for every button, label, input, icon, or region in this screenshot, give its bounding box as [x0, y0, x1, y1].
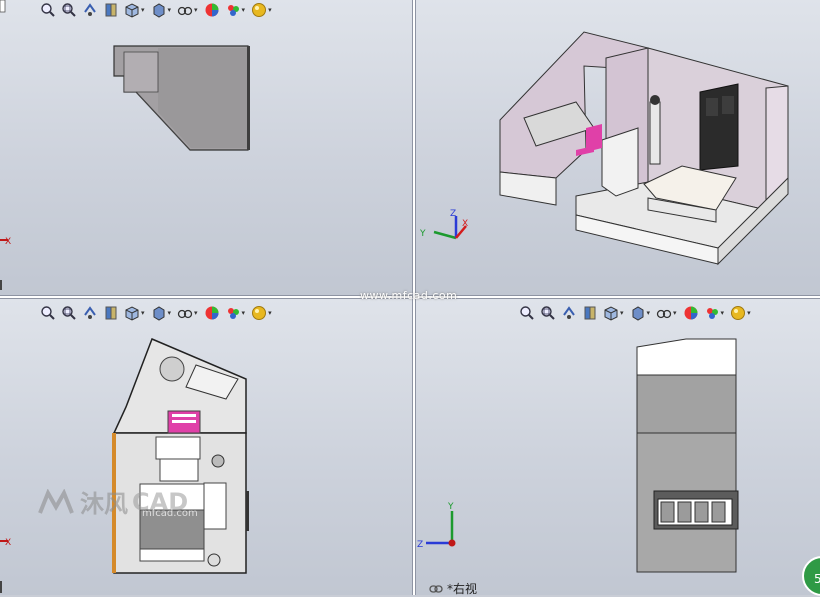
round-stool	[207, 553, 221, 567]
y-axis-label: Y	[419, 229, 426, 239]
roof-step	[123, 51, 159, 93]
model-isometric-view[interactable]: Y Z X	[416, 0, 820, 295]
upper-wall	[636, 374, 737, 434]
nightstand	[203, 482, 227, 530]
brand-sub-text: mfcad.com	[142, 508, 198, 519]
view-name-text: *右视	[447, 582, 478, 596]
z-axis-label: Z	[450, 209, 456, 219]
bed-foot	[139, 548, 205, 562]
window-slat	[711, 501, 726, 523]
axis-stub	[0, 581, 2, 593]
viewport-top-left[interactable]: ▾ ▾ ▾ ▾ ▾ X	[0, 0, 412, 295]
y-axis-label: Y	[447, 502, 454, 512]
desk	[155, 436, 201, 460]
door-mark	[246, 491, 249, 531]
door-panel	[722, 96, 734, 114]
link-view-icon	[429, 584, 443, 593]
window-slat	[694, 501, 709, 523]
model-plan-view[interactable]: X	[0, 299, 412, 595]
brand-logo-icon	[38, 488, 74, 514]
roof-plane	[158, 48, 247, 148]
roof-slope	[636, 338, 737, 376]
dresser	[601, 127, 639, 197]
person-figure	[649, 101, 661, 165]
x-axis-label: X	[5, 538, 11, 548]
axis-stub	[0, 280, 2, 290]
corner-marker	[0, 0, 6, 13]
viewport-bottom-left[interactable]: ▾ ▾ ▾ ▾ ▾ X	[0, 299, 412, 595]
x-axis-label: X	[5, 237, 11, 247]
door-panel	[706, 98, 718, 116]
chair	[159, 458, 199, 482]
viewport-right-view[interactable]: ▾ ▾ ▾ ▾ ▾ Y Z	[416, 299, 820, 595]
site-watermark: www.mfcad.com	[360, 289, 458, 302]
model-right-view[interactable]: Y Z	[416, 299, 820, 595]
roof-shadow	[247, 46, 250, 150]
viewport-isometric[interactable]: Y Z X	[416, 0, 820, 295]
rocking-chair	[159, 356, 185, 382]
pink-stripe	[172, 420, 196, 423]
plant	[211, 454, 225, 468]
window-slat	[660, 501, 675, 523]
z-axis-label: Z	[417, 540, 423, 550]
model-top-view[interactable]: X	[0, 0, 412, 295]
view-name-label[interactable]: *右视	[429, 580, 477, 597]
person-head	[650, 95, 660, 105]
left-floor-edge	[499, 171, 557, 206]
pink-stripe	[172, 414, 196, 417]
window-slat	[677, 501, 692, 523]
brand-cn-text: 沐风	[80, 490, 128, 518]
x-axis-point	[448, 539, 456, 547]
y-axis	[433, 230, 457, 240]
x-axis-label: X	[462, 219, 468, 229]
